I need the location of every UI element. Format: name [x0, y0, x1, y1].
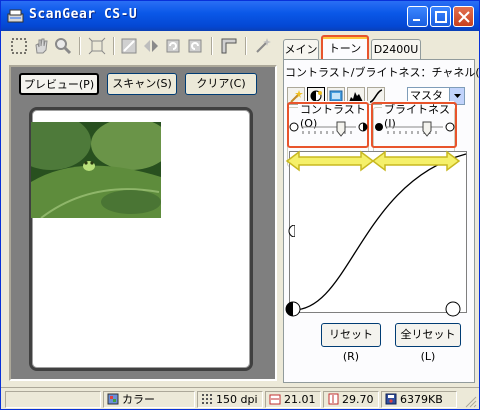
select-crop-tool[interactable] — [9, 36, 29, 56]
toolbar-separator — [79, 37, 81, 55]
white-point-handle[interactable] — [445, 301, 461, 317]
close-button[interactable] — [453, 6, 474, 27]
rotate-left-tool[interactable] — [163, 36, 183, 56]
tab-main[interactable]: メイン — [283, 39, 319, 61]
window-title: ScanGear CS-U — [29, 7, 138, 22]
reset-all-button[interactable]: 全リセット(L) — [395, 323, 461, 363]
status-resolution: 150 dpi — [197, 391, 263, 408]
tone-curve-line — [291, 153, 467, 311]
disk-icon — [385, 393, 397, 405]
scanner-icon — [7, 8, 24, 24]
reset-button[interactable]: リセット(R) — [321, 323, 381, 363]
auto-crop-icon — [121, 38, 137, 54]
marquee-select-icon — [11, 38, 27, 54]
auto-crop-tool[interactable] — [119, 36, 139, 56]
preview-button[interactable]: プレビュー(P) — [19, 73, 99, 95]
contrast-thumb[interactable] — [336, 121, 346, 137]
fit-frame-tool[interactable] — [87, 36, 107, 56]
height-icon — [328, 393, 339, 405]
contrast-range-arrow — [285, 150, 375, 172]
contrast-slider[interactable] — [289, 119, 369, 143]
status-empty — [5, 391, 101, 408]
color-mode-text: カラー — [122, 393, 155, 406]
height-text: 29.70 — [342, 393, 374, 406]
brightness-slider[interactable] — [374, 119, 456, 143]
dpi-grid-icon — [202, 394, 212, 404]
minimize-icon — [413, 19, 420, 21]
status-filesize: 6379KB — [381, 391, 457, 408]
close-icon — [458, 11, 470, 23]
title-bar[interactable]: ScanGear CS-U — [1, 1, 479, 31]
toolbar-separator — [245, 37, 247, 55]
dark-dot-icon — [375, 123, 383, 131]
brightness-range-arrow — [371, 150, 461, 172]
scangear-window: ScanGear CS-U プレビュー(P) スキャン(S) クリア(C) メイ… — [0, 0, 480, 410]
frame-fit-icon — [88, 37, 106, 55]
resolution-text: 150 dpi — [216, 393, 258, 406]
minimize-button[interactable] — [407, 6, 428, 27]
preview-image — [31, 122, 161, 218]
scan-preview-page[interactable] — [29, 107, 253, 371]
status-height: 29.70 — [323, 391, 379, 408]
ruler-icon — [221, 38, 237, 54]
rotate-right-icon — [188, 39, 202, 53]
preview-panel: プレビュー(P) スキャン(S) クリア(C) — [9, 65, 277, 381]
ruler-tool[interactable] — [219, 36, 239, 56]
hand-icon — [35, 38, 48, 54]
scan-button[interactable]: スキャン(S) — [107, 73, 177, 95]
tone-curve-graph[interactable] — [289, 151, 467, 313]
status-color-mode: カラー — [103, 391, 195, 408]
filesize-text: 6379KB — [400, 393, 443, 406]
status-width: 21.01 — [265, 391, 321, 408]
maximize-button[interactable] — [430, 6, 451, 27]
resize-grip-icon[interactable] — [463, 394, 477, 408]
light-dot-icon — [445, 122, 455, 132]
graph-left-handle[interactable] — [285, 225, 295, 237]
zoom-tool[interactable] — [53, 36, 73, 56]
mirror-tool[interactable] — [141, 36, 161, 56]
rotate-right-tool[interactable] — [185, 36, 205, 56]
mirror-icon — [144, 40, 158, 52]
toolbar-separator — [113, 37, 115, 55]
width-icon — [269, 394, 281, 405]
contrast-high-icon — [358, 122, 368, 132]
settings-panel: メイン トーン D2400U コントラスト/ブライトネス：チャネル(A)： マス… — [281, 31, 480, 383]
hand-tool[interactable] — [31, 36, 51, 56]
status-bar: カラー 150 dpi 21.01 29.70 6379KB — [1, 387, 479, 409]
width-text: 21.01 — [284, 393, 316, 406]
color-mode-icon — [107, 393, 119, 405]
toolbar — [5, 33, 281, 61]
clear-button[interactable]: クリア(C) — [185, 73, 257, 95]
auto-tone-tool[interactable] — [253, 36, 273, 56]
maximize-icon — [435, 11, 447, 23]
rotate-left-icon — [166, 39, 180, 53]
tone-heading: コントラスト/ブライトネス：チャネル(A)： — [285, 66, 480, 79]
black-point-handle[interactable] — [285, 301, 301, 317]
toolbar-separator — [211, 37, 213, 55]
magnifier-icon — [55, 38, 72, 55]
magic-wand-icon — [256, 38, 271, 53]
tab-device[interactable]: D2400U — [371, 39, 421, 61]
